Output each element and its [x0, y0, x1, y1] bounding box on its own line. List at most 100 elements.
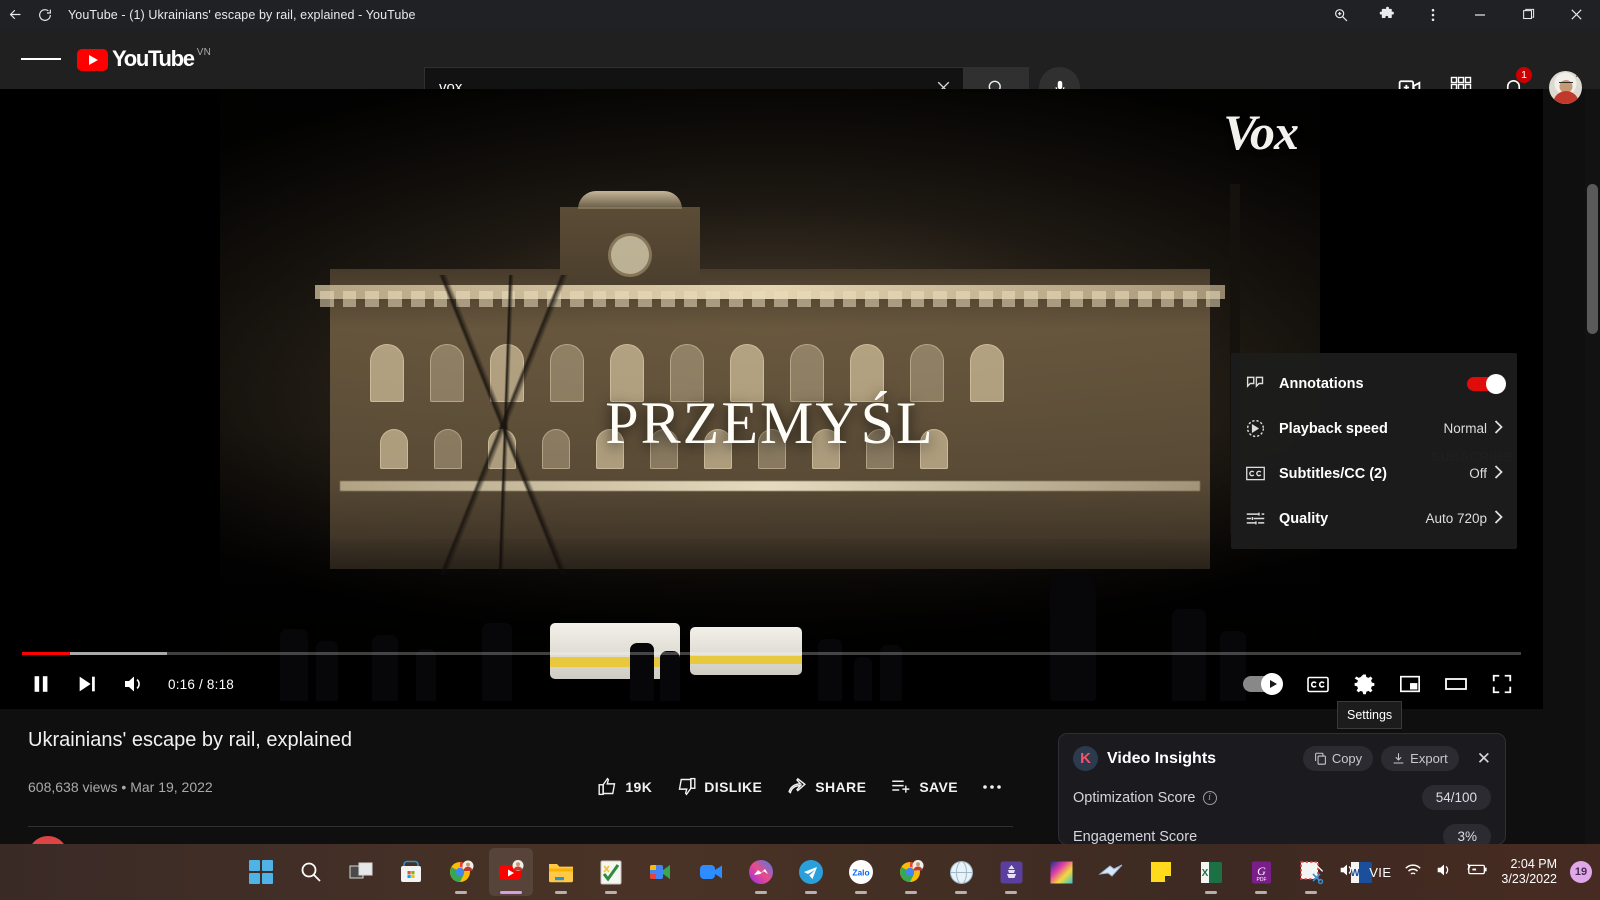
- chrome-profile[interactable]: [439, 848, 483, 896]
- settings-row-quality[interactable]: Quality Auto 720p: [1231, 496, 1517, 541]
- insights-row-engagement: Engagement Score 3%: [1073, 824, 1491, 845]
- zoom-app[interactable]: [689, 848, 733, 896]
- progress-bar[interactable]: [0, 652, 1543, 656]
- scrollbar-thumb[interactable]: [1587, 184, 1598, 334]
- close-icon[interactable]: [1552, 0, 1600, 29]
- engagement-score-label: Engagement Score: [1073, 828, 1198, 845]
- youtube-play-icon: [77, 49, 108, 71]
- youtube-logo[interactable]: YouTube VN: [77, 47, 211, 71]
- task-view[interactable]: [339, 848, 383, 896]
- insights-row-optimization: Optimization Score i 54/100: [1073, 785, 1491, 810]
- fullscreen-button[interactable]: [1479, 661, 1525, 707]
- tray-notification-badge[interactable]: 19: [1570, 861, 1592, 883]
- svg-text:PDF: PDF: [1256, 877, 1266, 883]
- show-hidden-icons[interactable]: [1310, 862, 1325, 882]
- optimization-score-label: Optimization Score: [1073, 789, 1196, 806]
- like-count: 19K: [625, 778, 653, 795]
- settings-tooltip: Settings: [1337, 701, 1403, 729]
- hamburger-menu-icon[interactable]: [21, 39, 61, 79]
- like-button[interactable]: 19K: [587, 768, 662, 805]
- autoplay-toggle[interactable]: [1243, 673, 1283, 695]
- youtube-wordmark: YouTube: [112, 46, 195, 71]
- video-player[interactable]: PRZEMYŚL Vox SUBSCRIBE: [0, 89, 1543, 709]
- start-button[interactable]: [239, 848, 283, 896]
- insights-logo-icon: K: [1073, 746, 1098, 771]
- close-insights-icon[interactable]: ✕: [1477, 750, 1491, 767]
- language-indicator[interactable]: VIE: [1369, 865, 1391, 880]
- player-settings-menu[interactable]: Annotations Playback speed Normal Subtit…: [1231, 353, 1517, 549]
- telegram[interactable]: [789, 848, 833, 896]
- more-actions-button[interactable]: [972, 769, 1012, 805]
- avatar-initials: AJ: [1575, 72, 1581, 78]
- settings-label-playback-speed: Playback speed: [1279, 420, 1388, 437]
- notification-badge: 1: [1516, 67, 1532, 83]
- youtube-app[interactable]: [489, 848, 533, 896]
- microsoft-store[interactable]: [389, 848, 433, 896]
- system-tray: VIE 2:04 PM 3/23/2022 19: [1310, 844, 1592, 900]
- paper-app[interactable]: [1089, 848, 1133, 896]
- back-arrow-icon[interactable]: [0, 0, 30, 29]
- video-insights-panel[interactable]: K Video Insights Copy Export ✕ Optimizat…: [1058, 733, 1506, 845]
- settings-value-playback-speed: Normal: [1443, 421, 1487, 436]
- subtitles-button[interactable]: [1295, 661, 1341, 707]
- clock-time: 2:04 PM: [1510, 857, 1557, 871]
- settings-row-subtitles[interactable]: Subtitles/CC (2) Off: [1231, 451, 1517, 496]
- dislike-label: DISLIKE: [704, 778, 763, 795]
- settings-label-quality: Quality: [1279, 510, 1329, 527]
- optimization-score-value: 54/100: [1421, 785, 1491, 810]
- youtube-masthead: YouTube VN vox 1 AJ: [0, 29, 1600, 108]
- excel[interactable]: X: [1189, 848, 1233, 896]
- view-count: 608,638 views: [28, 778, 118, 795]
- pause-button[interactable]: [18, 661, 64, 707]
- volume-icon[interactable]: [1435, 861, 1453, 884]
- chrome-second[interactable]: [889, 848, 933, 896]
- google-meet[interactable]: [639, 848, 683, 896]
- sticky-notes[interactable]: [1139, 848, 1183, 896]
- clock-face: [608, 233, 652, 277]
- engagement-score-value: 3%: [1443, 824, 1491, 844]
- pdf-app[interactable]: G PDF: [1239, 848, 1283, 896]
- speaker-icon[interactable]: [1338, 861, 1356, 884]
- battery-charging-icon[interactable]: [1466, 862, 1488, 882]
- file-explorer[interactable]: [539, 848, 583, 896]
- volume-button[interactable]: [110, 661, 156, 707]
- page-title: Ukrainians' escape by rail, explained: [28, 729, 352, 751]
- next-video-button[interactable]: [64, 661, 110, 707]
- browser-title-bar: YouTube - (1) Ukrainians' escape by rail…: [0, 0, 1600, 29]
- save-button[interactable]: SAVE: [880, 768, 968, 805]
- annotations-icon: [1245, 375, 1279, 392]
- annotations-toggle[interactable]: [1467, 373, 1506, 394]
- page-scrollbar[interactable]: [1585, 89, 1600, 844]
- wifi-icon[interactable]: [1404, 862, 1422, 883]
- dislike-button[interactable]: DISLIKE: [666, 768, 772, 805]
- messenger[interactable]: [739, 848, 783, 896]
- avatar[interactable]: AJ: [1549, 70, 1582, 104]
- reload-icon[interactable]: [30, 0, 60, 29]
- window-title: YouTube - (1) Ukrainians' escape by rail…: [68, 7, 416, 22]
- insights-title: Video Insights: [1107, 749, 1217, 767]
- export-button[interactable]: Export: [1381, 746, 1459, 771]
- more-vertical-icon[interactable]: [1410, 0, 1456, 29]
- settings-row-annotations[interactable]: Annotations: [1231, 361, 1517, 406]
- browser-globe[interactable]: [939, 848, 983, 896]
- minimize-icon[interactable]: [1456, 0, 1504, 29]
- avatar-glasses: [1558, 82, 1573, 86]
- extensions-puzzle-icon[interactable]: [1364, 0, 1410, 29]
- share-button[interactable]: SHARE: [776, 768, 876, 805]
- copy-button[interactable]: Copy: [1302, 746, 1374, 771]
- settings-value-quality: Auto 720p: [1425, 511, 1487, 526]
- gradient-app[interactable]: [1039, 848, 1083, 896]
- zalo[interactable]: Zalo: [839, 848, 883, 896]
- windows-logo-icon: [249, 860, 273, 884]
- zoom-search-icon[interactable]: [1318, 0, 1364, 29]
- theater-mode-button[interactable]: [1433, 661, 1479, 707]
- restore-icon[interactable]: [1504, 0, 1552, 29]
- video-city-caption: PRZEMYŚL: [605, 390, 935, 456]
- spreadsheet-app[interactable]: [589, 848, 633, 896]
- settings-row-playback-speed[interactable]: Playback speed Normal: [1231, 406, 1517, 451]
- clock[interactable]: 2:04 PM 3/23/2022: [1501, 857, 1557, 887]
- taskbar-search[interactable]: [289, 848, 333, 896]
- info-icon[interactable]: i: [1202, 790, 1217, 805]
- purple-app[interactable]: [989, 848, 1033, 896]
- chevron-right-icon: [1494, 464, 1503, 483]
